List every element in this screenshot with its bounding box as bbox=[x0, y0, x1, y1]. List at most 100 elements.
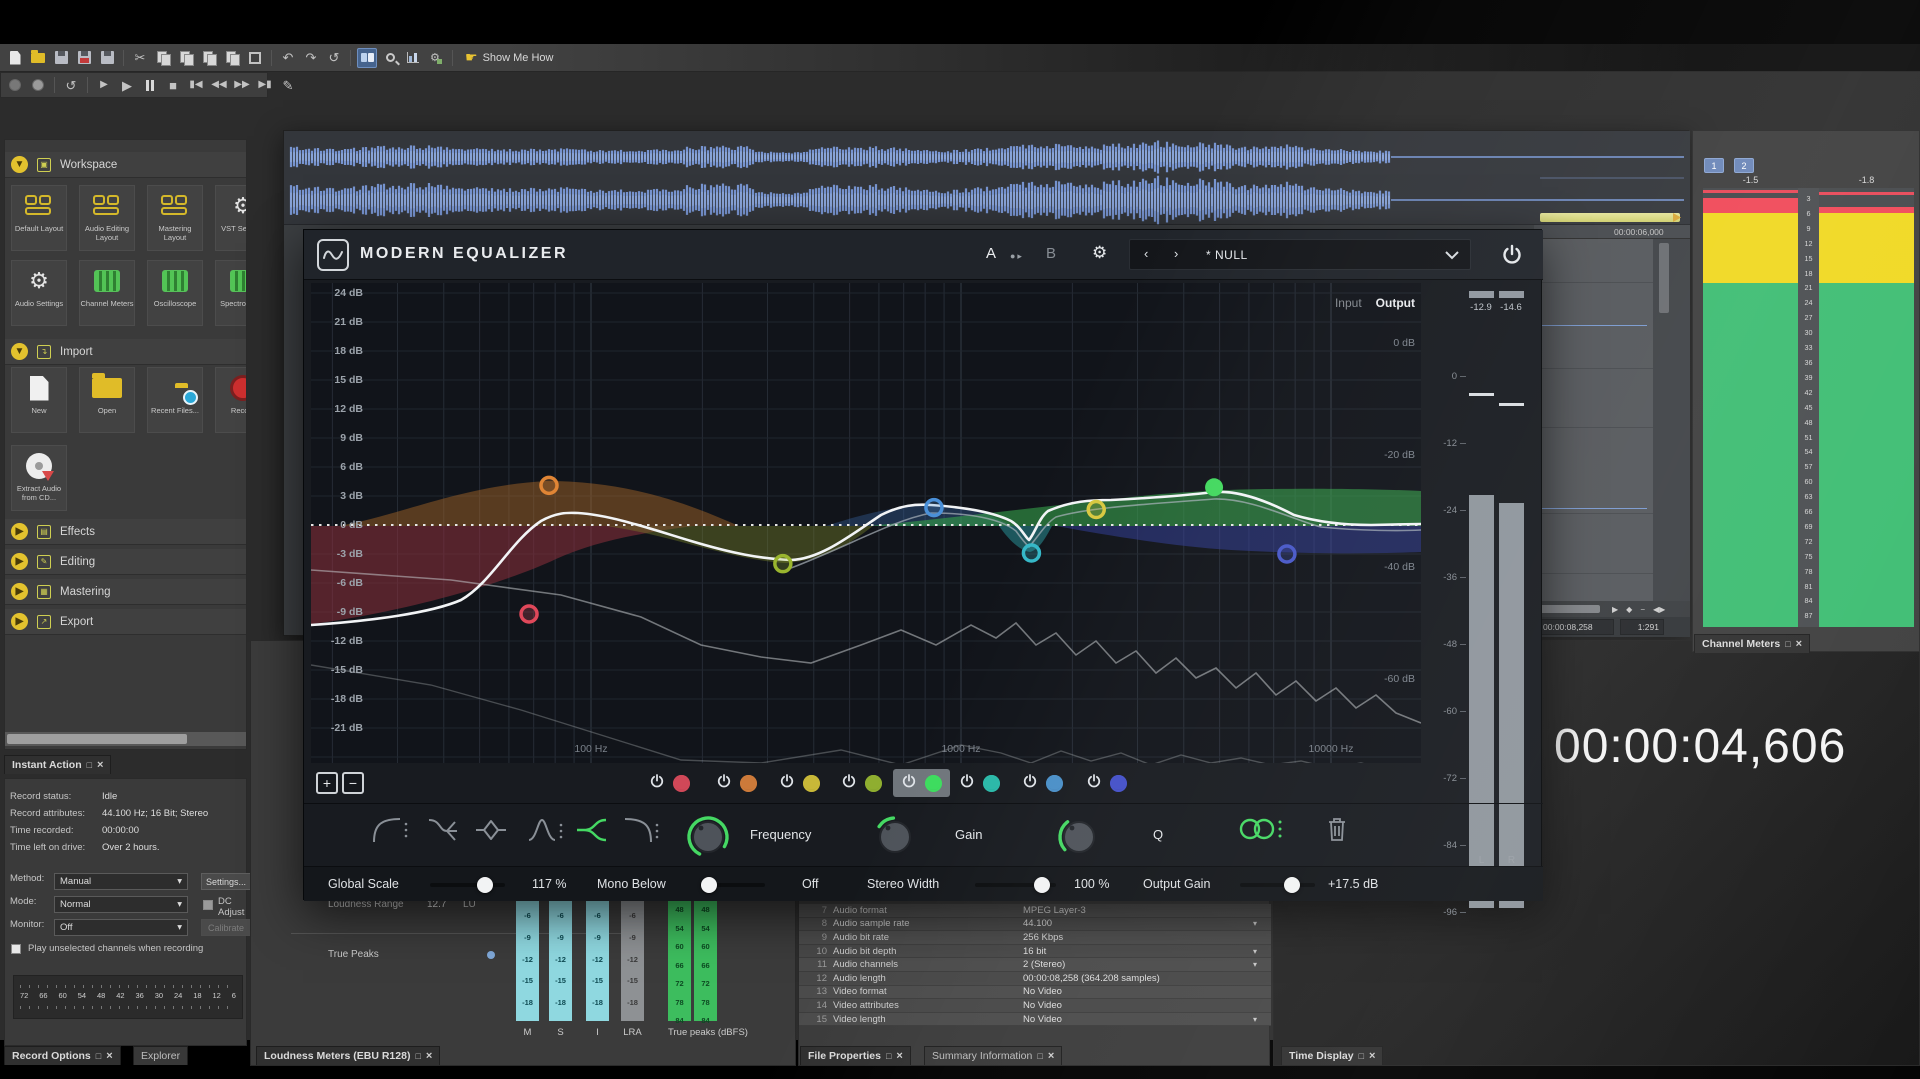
band-color-dot[interactable] bbox=[925, 775, 942, 792]
eq-band-node[interactable] bbox=[1088, 502, 1104, 518]
filter-highpass-icon[interactable] bbox=[370, 814, 410, 851]
collapse-chevron-icon[interactable]: ▼ bbox=[11, 156, 28, 173]
repeat-icon[interactable]: ↺ bbox=[324, 48, 344, 68]
settings-button[interactable]: Settings... bbox=[201, 873, 251, 890]
waveform-display[interactable] bbox=[284, 131, 1690, 225]
pause-icon[interactable] bbox=[140, 75, 160, 95]
preset-b-button[interactable]: B bbox=[1046, 245, 1056, 262]
sidebar-item-mastering[interactable]: ▶▦Mastering bbox=[5, 579, 247, 605]
tab-explorer[interactable]: Explorer bbox=[133, 1046, 188, 1065]
fast-forward-icon[interactable]: ▶▶ bbox=[232, 75, 252, 95]
band-5-selector[interactable] bbox=[893, 769, 950, 797]
filter-notch-icon[interactable] bbox=[526, 814, 566, 851]
redo-icon[interactable]: ↷ bbox=[301, 48, 321, 68]
trim-icon[interactable] bbox=[222, 48, 242, 68]
band-power-icon[interactable] bbox=[716, 773, 732, 794]
band-power-icon[interactable] bbox=[841, 773, 857, 794]
slider-thumb[interactable] bbox=[477, 877, 493, 893]
workspace-tile[interactable]: Oscilloscope bbox=[147, 260, 203, 326]
stop-icon[interactable]: ■ bbox=[163, 75, 183, 95]
frequency-knob[interactable] bbox=[685, 814, 731, 865]
mix-icon[interactable] bbox=[199, 48, 219, 68]
preset-a-button[interactable]: A bbox=[986, 245, 996, 262]
play-icon[interactable]: ▶ bbox=[117, 75, 137, 95]
channel-converter-icon[interactable] bbox=[357, 48, 377, 68]
method-select[interactable]: Manual▾ bbox=[54, 873, 188, 890]
band-2-selector[interactable] bbox=[708, 769, 765, 797]
import-tile[interactable]: New bbox=[11, 367, 67, 433]
mini-marker-icon[interactable]: ◆ bbox=[1626, 605, 1632, 614]
slider-thumb[interactable] bbox=[701, 877, 717, 893]
zoom-out-icon[interactable]: − bbox=[1640, 605, 1645, 614]
extract-audio-tile[interactable]: Extract Audio from CD... bbox=[11, 445, 67, 511]
tab-time-display[interactable]: Time Display□× bbox=[1281, 1046, 1383, 1065]
zoom-fit-icon[interactable]: ◀▶ bbox=[1653, 605, 1665, 614]
band-8-selector[interactable] bbox=[1078, 769, 1135, 797]
global-scale-slider[interactable] bbox=[430, 883, 505, 887]
file-property-row[interactable]: 11Audio channels2 (Stereo)▾ bbox=[799, 958, 1271, 972]
loudness-overview-bar[interactable] bbox=[1540, 213, 1680, 222]
save-as-icon[interactable] bbox=[74, 48, 94, 68]
workspace-tile[interactable]: Mastering Layout bbox=[147, 185, 203, 251]
zoom-out-button[interactable]: − bbox=[342, 772, 364, 794]
save-all-icon[interactable] bbox=[97, 48, 117, 68]
preset-next-icon[interactable]: › bbox=[1174, 246, 1178, 261]
band-color-dot[interactable] bbox=[803, 775, 820, 792]
tab-file-properties[interactable]: File Properties□× bbox=[800, 1046, 911, 1065]
eq-band-node[interactable] bbox=[926, 500, 942, 516]
slider-thumb[interactable] bbox=[1034, 877, 1050, 893]
slider-thumb[interactable] bbox=[1284, 877, 1300, 893]
eq-band-node[interactable] bbox=[1279, 546, 1295, 562]
scrub-tool-icon[interactable]: ✎ bbox=[278, 75, 298, 95]
eq-band-node[interactable] bbox=[1205, 478, 1223, 496]
crop-icon[interactable] bbox=[245, 48, 265, 68]
track-area[interactable] bbox=[1534, 239, 1653, 601]
import-tile[interactable]: Recent Files... bbox=[147, 367, 203, 433]
save-icon[interactable] bbox=[51, 48, 71, 68]
ab-compare-icon[interactable]: ●▸ bbox=[1010, 251, 1024, 262]
expand-chevron-icon[interactable]: ▶ bbox=[11, 583, 28, 600]
workspace-tile[interactable]: Default Layout bbox=[11, 185, 67, 251]
preset-prev-icon[interactable]: ‹ bbox=[1144, 246, 1148, 261]
vertical-scrollbar[interactable] bbox=[1653, 239, 1690, 601]
zoom-tool-icon[interactable] bbox=[380, 48, 400, 68]
expand-chevron-icon[interactable]: ▶ bbox=[11, 613, 28, 630]
delete-band-icon[interactable] bbox=[1324, 814, 1350, 849]
band-power-icon[interactable] bbox=[959, 773, 975, 794]
stereo-placement-icon[interactable] bbox=[1234, 814, 1286, 849]
paste-icon[interactable] bbox=[176, 48, 196, 68]
calibrate-button[interactable]: Calibrate bbox=[201, 919, 251, 936]
expand-chevron-icon[interactable]: ▶ bbox=[11, 553, 28, 570]
eq-curve-display[interactable]: 24 dB21 dB18 dB15 dB12 dB9 dB6 dB3 dB0 d… bbox=[311, 283, 1421, 763]
dc-adjust-checkbox[interactable] bbox=[203, 900, 213, 910]
play-unselected-checkbox[interactable] bbox=[11, 944, 21, 954]
band-color-dot[interactable] bbox=[1110, 775, 1127, 792]
band-6-selector[interactable] bbox=[951, 769, 1008, 797]
chevron-down-icon[interactable] bbox=[1444, 250, 1460, 260]
timeline-ruler[interactable]: 00:00:06,000 bbox=[1534, 225, 1690, 239]
undo-icon[interactable]: ↶ bbox=[278, 48, 298, 68]
workspace-tile[interactable]: ⚙VST Settings bbox=[215, 185, 247, 251]
band-power-icon[interactable] bbox=[901, 773, 917, 794]
input-output-toggle[interactable]: Input Output bbox=[1335, 296, 1415, 310]
band-power-icon[interactable] bbox=[1022, 773, 1038, 794]
filter-bell-icon[interactable] bbox=[473, 814, 509, 851]
workspace-tile[interactable]: ⚙Audio Settings bbox=[11, 260, 67, 326]
import-tile[interactable]: Open bbox=[79, 367, 135, 433]
band-7-selector[interactable] bbox=[1014, 769, 1071, 797]
stereo-width-slider[interactable] bbox=[975, 883, 1056, 887]
import-section-header[interactable]: ▼ ↴ Import bbox=[5, 339, 247, 365]
band-4-selector[interactable] bbox=[833, 769, 890, 797]
eq-band-node[interactable] bbox=[775, 556, 791, 572]
workspace-tile[interactable]: Channel Meters bbox=[79, 260, 135, 326]
go-to-end-icon[interactable]: ▶▮ bbox=[255, 75, 275, 95]
band-3-selector[interactable] bbox=[771, 769, 828, 797]
q-knob[interactable] bbox=[1056, 814, 1102, 865]
horizontal-scrollbar[interactable] bbox=[5, 732, 247, 746]
channel-2-button[interactable]: 2 bbox=[1734, 158, 1754, 173]
output-gain-slider[interactable] bbox=[1240, 883, 1315, 887]
file-property-row[interactable]: 10Audio bit depth16 bit▾ bbox=[799, 945, 1271, 959]
expand-chevron-icon[interactable]: ▶ bbox=[11, 523, 28, 540]
preset-selector[interactable]: ‹ › * NULL bbox=[1129, 239, 1471, 270]
play-all-icon[interactable]: ▶ bbox=[94, 75, 114, 95]
